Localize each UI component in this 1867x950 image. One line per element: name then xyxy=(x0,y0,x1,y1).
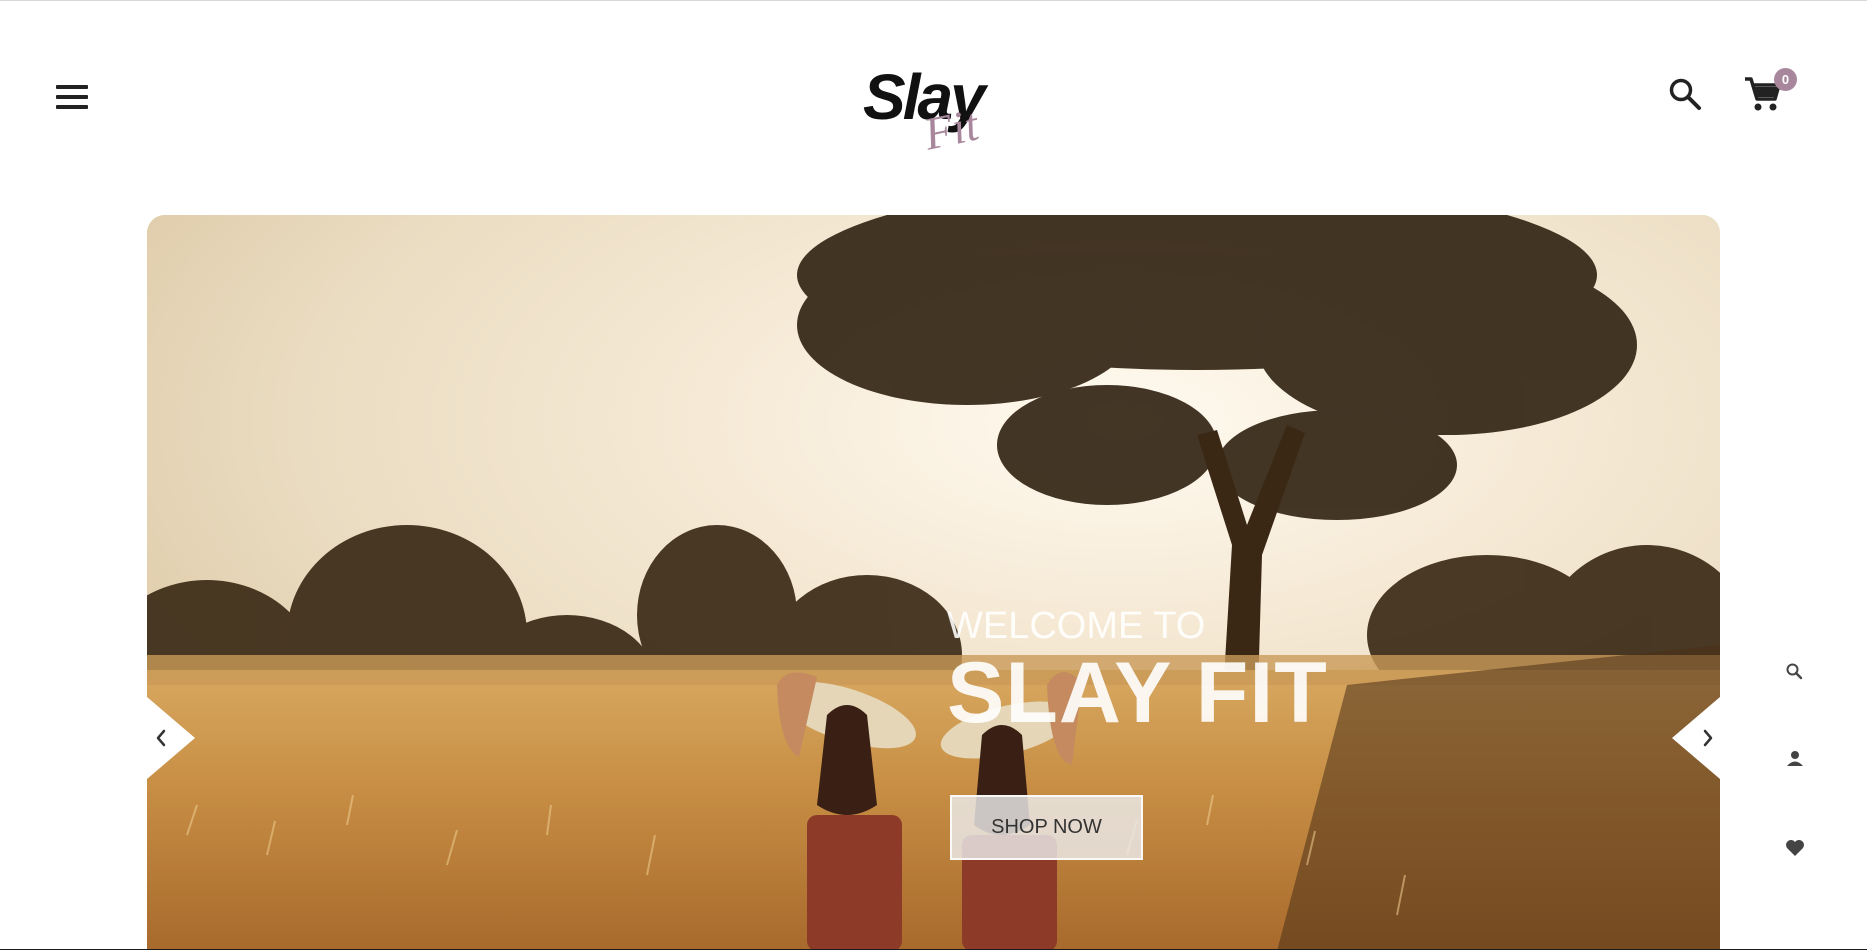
menu-bar xyxy=(56,105,88,109)
menu-bar xyxy=(56,95,88,99)
site-logo[interactable]: Slay Fit xyxy=(855,53,1015,161)
hero-slider: WELCOME TO SLAY FIT SHOP NOW xyxy=(147,215,1720,950)
side-heart-icon[interactable] xyxy=(1780,833,1810,863)
page: Slay Fit 0 WELCOME TO SLAY FIT SHOP NOW xyxy=(0,0,1867,950)
menu-bar xyxy=(56,85,88,89)
slider-prev-button[interactable] xyxy=(147,697,195,779)
hero-caption: WELCOME TO SLAY FIT xyxy=(947,605,1407,743)
search-icon[interactable] xyxy=(1668,77,1702,111)
side-user-icon[interactable] xyxy=(1780,744,1810,774)
hero-background-image xyxy=(147,215,1720,950)
hamburger-menu-icon[interactable] xyxy=(54,83,92,111)
hero-welcome-text: WELCOME TO xyxy=(947,605,1206,647)
hero-brand-title: SLAY FIT xyxy=(947,645,1328,741)
slider-next-button[interactable] xyxy=(1672,697,1720,779)
side-search-icon[interactable] xyxy=(1780,657,1810,687)
shop-now-button[interactable]: SHOP NOW xyxy=(950,795,1143,860)
cart-count-badge: 0 xyxy=(1774,68,1797,91)
